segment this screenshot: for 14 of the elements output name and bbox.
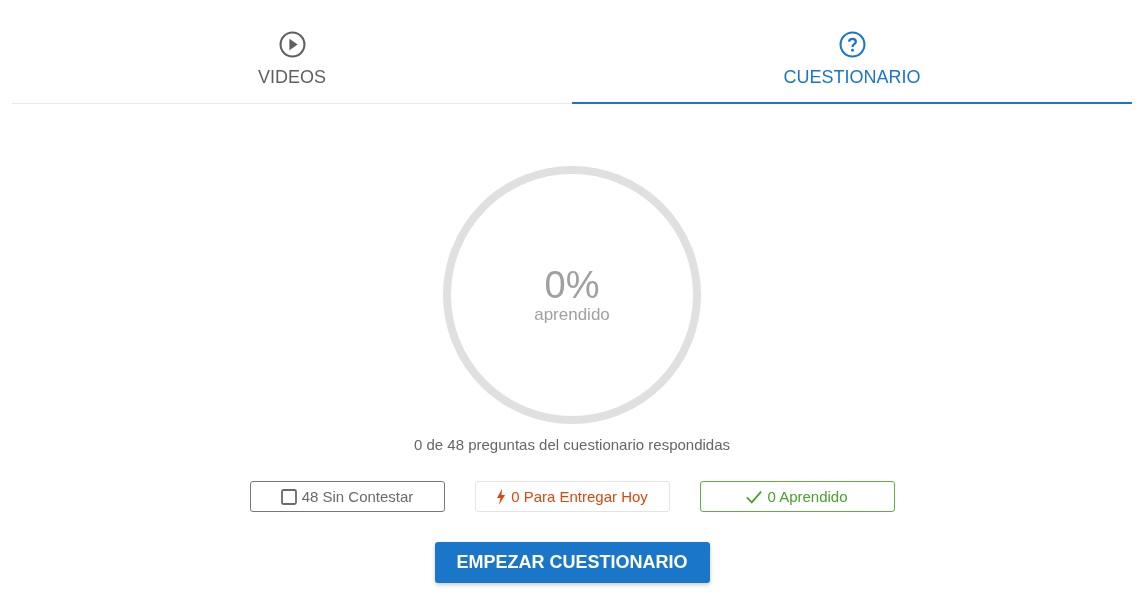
play-icon (278, 31, 306, 58)
start-quiz-button[interactable]: EMPEZAR CUESTIONARIO (434, 542, 710, 583)
tab[interactable]: CUESTIONARIO (572, 0, 1132, 104)
tab[interactable]: VIDEOS (12, 0, 572, 104)
summary-text: 0 de 48 preguntas del cuestionario respondidas (413, 436, 731, 453)
filter-button[interactable]: 48 Sin Contestar (249, 481, 445, 512)
help-icon (838, 31, 866, 58)
checkbox-icon (280, 488, 297, 505)
filter-button[interactable]: 0 Para Entregar Hoy (474, 481, 670, 512)
check-icon (746, 488, 763, 505)
filter-button[interactable]: 0 Aprendido (699, 481, 895, 512)
percent-caption: aprendido (534, 305, 610, 325)
lightning-icon (496, 488, 507, 505)
percent-value: 0% (544, 265, 600, 305)
